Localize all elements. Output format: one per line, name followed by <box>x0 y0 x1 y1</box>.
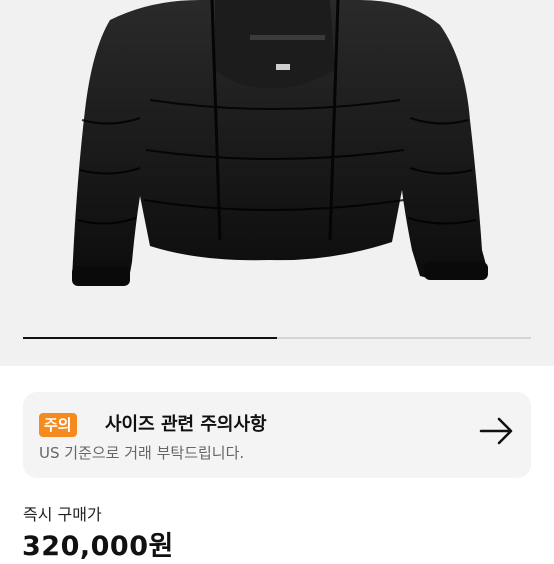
product-image-carousel[interactable] <box>0 0 554 366</box>
carousel-progress-track <box>23 337 531 339</box>
notice-badge: 주의 <box>39 413 77 437</box>
price-label: 즉시 구매가 <box>23 505 102 524</box>
product-image <box>72 0 488 286</box>
notice-title: 사이즈 관련 주의사항 <box>105 414 267 435</box>
carousel-progress-fill <box>23 337 277 339</box>
notice-subtitle: US 기준으로 거래 부탁드립니다. <box>39 444 245 462</box>
price-value: 320,000원 <box>22 531 174 562</box>
arrow-right-icon[interactable] <box>479 416 515 446</box>
size-notice-card[interactable]: 주의 사이즈 관련 주의사항 US 기준으로 거래 부탁드립니다. <box>23 392 531 478</box>
